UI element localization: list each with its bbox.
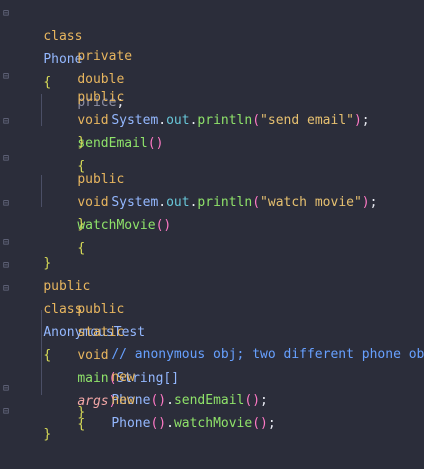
fold-icon[interactable]: ⊟ bbox=[1, 377, 11, 400]
paren: ( bbox=[252, 195, 261, 210]
keyword: new bbox=[111, 393, 135, 408]
field: out bbox=[166, 195, 190, 210]
fold-icon[interactable]: ⊟ bbox=[1, 277, 11, 300]
code-line: public static void main(String[] args) { bbox=[46, 275, 179, 432]
object: System bbox=[111, 113, 159, 128]
fold-icon[interactable]: ⊟ bbox=[1, 400, 11, 423]
method-call: println bbox=[197, 113, 253, 128]
semicolon: ; bbox=[369, 195, 378, 210]
brace: } bbox=[43, 427, 52, 442]
code-line: // anonymous obj; two different phone ob… bbox=[80, 320, 424, 362]
indent-guide bbox=[41, 94, 42, 126]
code-line: new Phone().watchMovie(); bbox=[80, 366, 275, 431]
code-line: } bbox=[12, 400, 51, 442]
dot: . bbox=[158, 113, 167, 128]
paren: ( bbox=[252, 113, 261, 128]
paren: ) bbox=[361, 195, 370, 210]
code-line: private double price; bbox=[46, 22, 132, 110]
parens: () bbox=[244, 393, 261, 408]
semicolon: ; bbox=[361, 113, 370, 128]
object: System bbox=[111, 195, 159, 210]
code-line: new Phone().sendEmail(); bbox=[80, 343, 268, 408]
code-line: } bbox=[12, 229, 51, 271]
string: "send email" bbox=[260, 113, 354, 128]
code-line: public void watchMovie() { bbox=[46, 145, 171, 256]
field: out bbox=[166, 113, 190, 128]
code-line: public void sendEmail() { bbox=[46, 63, 163, 174]
fold-icon[interactable]: ⊟ bbox=[1, 147, 11, 170]
keyword: private bbox=[77, 49, 133, 64]
method-call: sendEmail bbox=[173, 393, 245, 408]
semicolon: ; bbox=[260, 393, 268, 408]
code-line: System.out.println("send email"); bbox=[80, 86, 369, 128]
code-line: } bbox=[46, 378, 85, 420]
code-line: } bbox=[46, 108, 85, 150]
code-line: public class AnonymousTest { bbox=[12, 252, 145, 363]
brace: } bbox=[77, 217, 86, 232]
fold-icon[interactable]: ⊟ bbox=[1, 254, 11, 277]
brace: } bbox=[77, 405, 86, 420]
dot: . bbox=[158, 195, 167, 210]
parens: () bbox=[150, 393, 167, 408]
code-line: System.out.println("watch movie"); bbox=[80, 168, 377, 210]
fold-icon[interactable]: ⊟ bbox=[1, 65, 11, 88]
fold-icon[interactable]: ⊟ bbox=[1, 110, 11, 133]
paren: ) bbox=[353, 113, 362, 128]
keyword: public bbox=[77, 302, 125, 317]
string: "watch movie" bbox=[260, 195, 362, 210]
fold-icon[interactable]: ⊟ bbox=[1, 231, 11, 254]
dot: . bbox=[166, 393, 174, 408]
fold-icon[interactable]: ⊟ bbox=[1, 2, 11, 25]
indent-guide bbox=[41, 175, 42, 207]
parens: () bbox=[155, 218, 172, 233]
code-editor[interactable]: ⊟ ⊟ ⊟ ⊟ ⊟ ⊟ ⊟ ⊟ ⊟ ⊟ class Phone { privat… bbox=[0, 0, 424, 442]
fold-icon[interactable]: ⊟ bbox=[1, 192, 11, 215]
code-line: } bbox=[46, 190, 85, 232]
method-call: println bbox=[197, 195, 253, 210]
